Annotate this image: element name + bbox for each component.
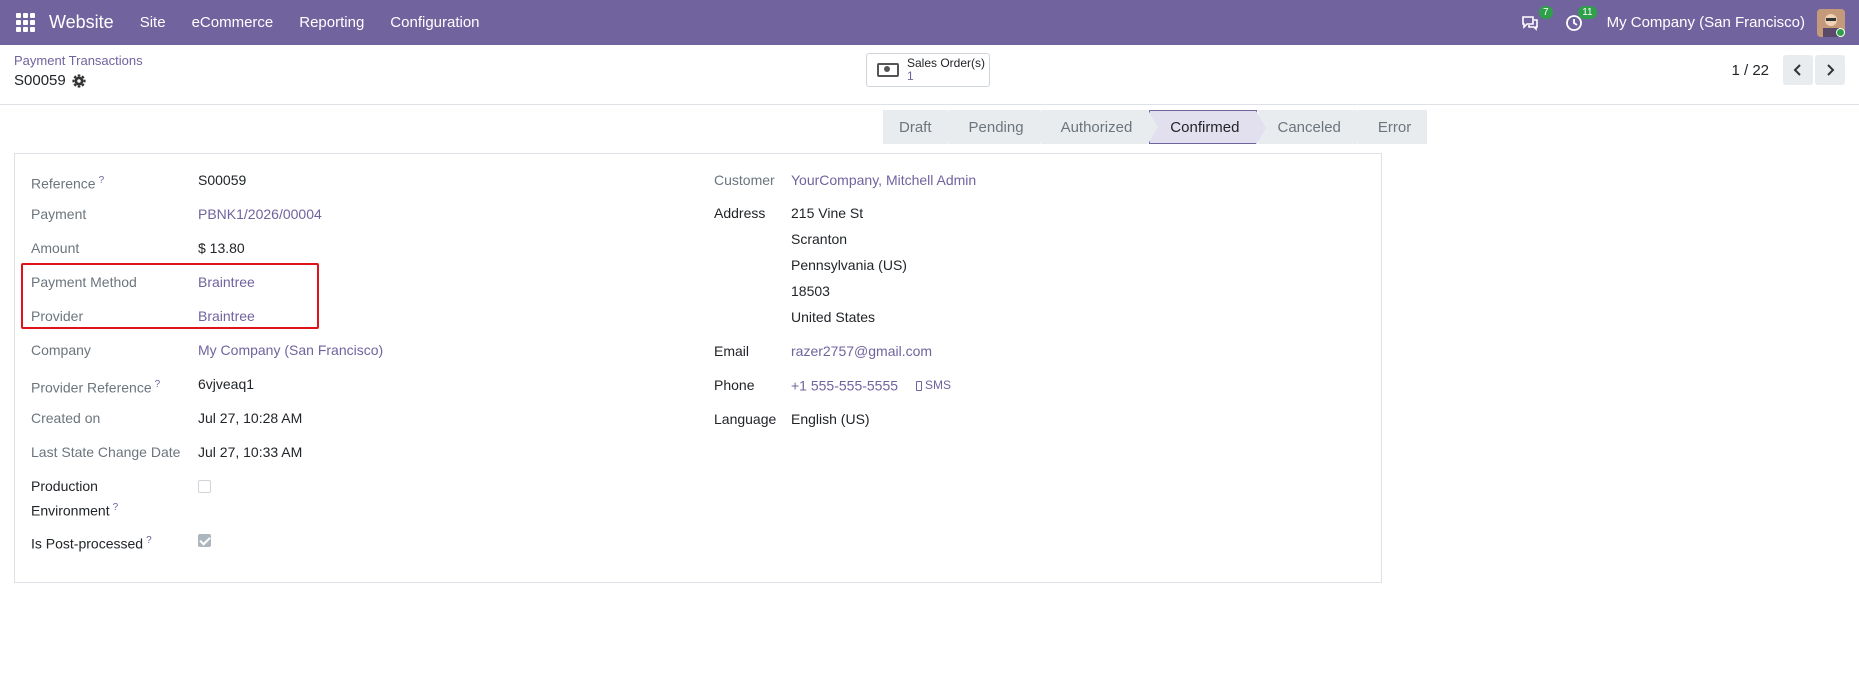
breadcrumb-payment-transactions[interactable]: Payment Transactions	[14, 53, 143, 68]
app-brand[interactable]: Website	[49, 12, 114, 33]
sales-orders-smart-button[interactable]: Sales Order(s) 1	[866, 53, 990, 87]
field-company: Company My Company (San Francisco)	[31, 340, 383, 361]
field-provider-reference: Provider Reference? 6vjveaq1	[31, 374, 254, 399]
stage-authorized[interactable]: Authorized	[1040, 110, 1158, 144]
messages-badge: 7	[1539, 5, 1553, 19]
record-title: S00059	[14, 72, 86, 89]
pager-next-button[interactable]	[1815, 55, 1845, 85]
last-state-change-value: Jul 27, 10:33 AM	[198, 444, 303, 460]
sms-button[interactable]: SMS	[915, 375, 951, 396]
stage-confirmed[interactable]: Confirmed	[1149, 110, 1266, 145]
pager-value[interactable]: 1 / 22	[1731, 62, 1769, 79]
field-amount: Amount $ 13.80	[31, 238, 245, 259]
production-environment-checkbox[interactable]	[198, 480, 211, 493]
help-icon[interactable]: ?	[99, 175, 105, 186]
stage-error[interactable]: Error	[1357, 110, 1428, 144]
email-label: Email	[714, 343, 750, 359]
production-label-line1: Production	[31, 478, 98, 494]
phone-value: +1 555-555-5555 SMS	[791, 375, 951, 397]
top-navbar: Website Site eCommerce Reporting Configu…	[0, 0, 1859, 45]
payment-link[interactable]: PBNK1/2026/00004	[198, 204, 322, 225]
field-language: Language English (US)	[714, 409, 870, 430]
provider-reference-label: Provider Reference?	[31, 379, 161, 396]
address-value: 215 Vine St Scranton Pennsylvania (US) 1…	[791, 200, 907, 330]
menu-ecommerce[interactable]: eCommerce	[186, 14, 280, 31]
post-processed-checkbox[interactable]	[198, 534, 211, 547]
address-street: 215 Vine St	[791, 205, 864, 221]
address-city: Scranton	[791, 231, 848, 247]
help-icon[interactable]: ?	[146, 535, 152, 546]
post-processed-label: Is Post-processed?	[31, 535, 152, 552]
address-country: United States	[791, 309, 876, 325]
field-phone: Phone +1 555-555-5555 SMS	[714, 375, 951, 397]
provider-reference-value: 6vjveaq1	[198, 376, 255, 392]
stage-draft[interactable]: Draft	[883, 110, 957, 144]
company-switcher[interactable]: My Company (San Francisco)	[1607, 14, 1805, 31]
activity-clock-icon[interactable]: 11	[1563, 5, 1597, 34]
menu-configuration[interactable]: Configuration	[384, 14, 485, 31]
record-name: S00059	[14, 72, 66, 89]
created-on-label: Created on	[31, 410, 101, 426]
company-label: Company	[31, 342, 91, 358]
last-state-change-label: Last State Change Date	[31, 444, 181, 460]
amount-value: $ 13.80	[198, 240, 245, 256]
stage-canceled[interactable]: Canceled	[1257, 110, 1368, 144]
address-label: Address	[714, 205, 766, 221]
smart-button-label: Sales Order(s)	[907, 56, 986, 70]
menu-reporting[interactable]: Reporting	[293, 14, 370, 31]
highlight-box	[21, 263, 319, 329]
production-environment-label: Production Environment?	[31, 476, 198, 522]
field-email: Email razer2757@gmail.com	[714, 341, 932, 362]
amount-label: Amount	[31, 240, 80, 256]
email-link[interactable]: razer2757@gmail.com	[791, 341, 932, 362]
menu-site[interactable]: Site	[134, 14, 172, 31]
field-reference: Reference? S00059	[31, 170, 246, 195]
smart-button-text: Sales Order(s) 1	[907, 57, 985, 83]
field-last-state-change: Last State Change Date Jul 27, 10:33 AM	[31, 442, 302, 463]
payment-label: Payment	[31, 206, 87, 222]
field-production-environment: Production Environment?	[31, 476, 211, 522]
status-bar: Draft Pending Authorized Confirmed Cance…	[883, 110, 1428, 145]
phone-link[interactable]: +1 555-555-5555	[791, 378, 898, 394]
field-payment: Payment PBNK1/2026/00004	[31, 204, 322, 225]
online-status-dot	[1836, 27, 1845, 37]
reference-value: S00059	[198, 172, 247, 188]
control-panel: Payment Transactions S00059 Sales Order(…	[0, 45, 1859, 105]
reference-label: Reference?	[31, 175, 105, 192]
customer-link[interactable]: YourCompany, Mitchell Admin	[791, 170, 976, 191]
chevron-left-icon	[1793, 64, 1801, 76]
field-address: Address 215 Vine St Scranton Pennsylvani…	[714, 203, 907, 330]
messages-icon[interactable]: 7	[1519, 5, 1553, 34]
user-avatar[interactable]	[1817, 8, 1845, 37]
field-customer: Customer YourCompany, Mitchell Admin	[714, 170, 976, 191]
activity-badge: 11	[1578, 5, 1597, 19]
created-on-value: Jul 27, 10:28 AM	[198, 410, 303, 426]
customer-label: Customer	[714, 172, 775, 188]
field-created-on: Created on Jul 27, 10:28 AM	[31, 408, 302, 429]
address-zip: 18503	[791, 283, 830, 299]
stage-pending[interactable]: Pending	[948, 110, 1050, 144]
address-state: Pennsylvania (US)	[791, 257, 907, 273]
help-icon[interactable]: ?	[113, 502, 119, 513]
language-label: Language	[714, 411, 777, 427]
apps-grid-icon[interactable]	[15, 13, 35, 33]
production-label-line2: Environment	[31, 502, 110, 519]
sms-label: SMS	[924, 378, 951, 392]
mobile-phone-icon	[915, 380, 922, 391]
field-post-processed: Is Post-processed?	[31, 530, 211, 555]
smart-button-count: 1	[907, 69, 914, 83]
pager: 1 / 22	[1731, 55, 1845, 85]
language-value: English (US)	[791, 411, 870, 427]
help-icon[interactable]: ?	[155, 379, 161, 390]
money-icon	[877, 63, 899, 77]
company-link[interactable]: My Company (San Francisco)	[198, 340, 383, 361]
chevron-right-icon	[1827, 64, 1835, 76]
pager-previous-button[interactable]	[1783, 55, 1813, 85]
gear-icon[interactable]	[72, 73, 86, 88]
navbar-systray: 7 11 My Company (San Francisco)	[1519, 0, 1859, 45]
phone-label: Phone	[714, 377, 755, 393]
